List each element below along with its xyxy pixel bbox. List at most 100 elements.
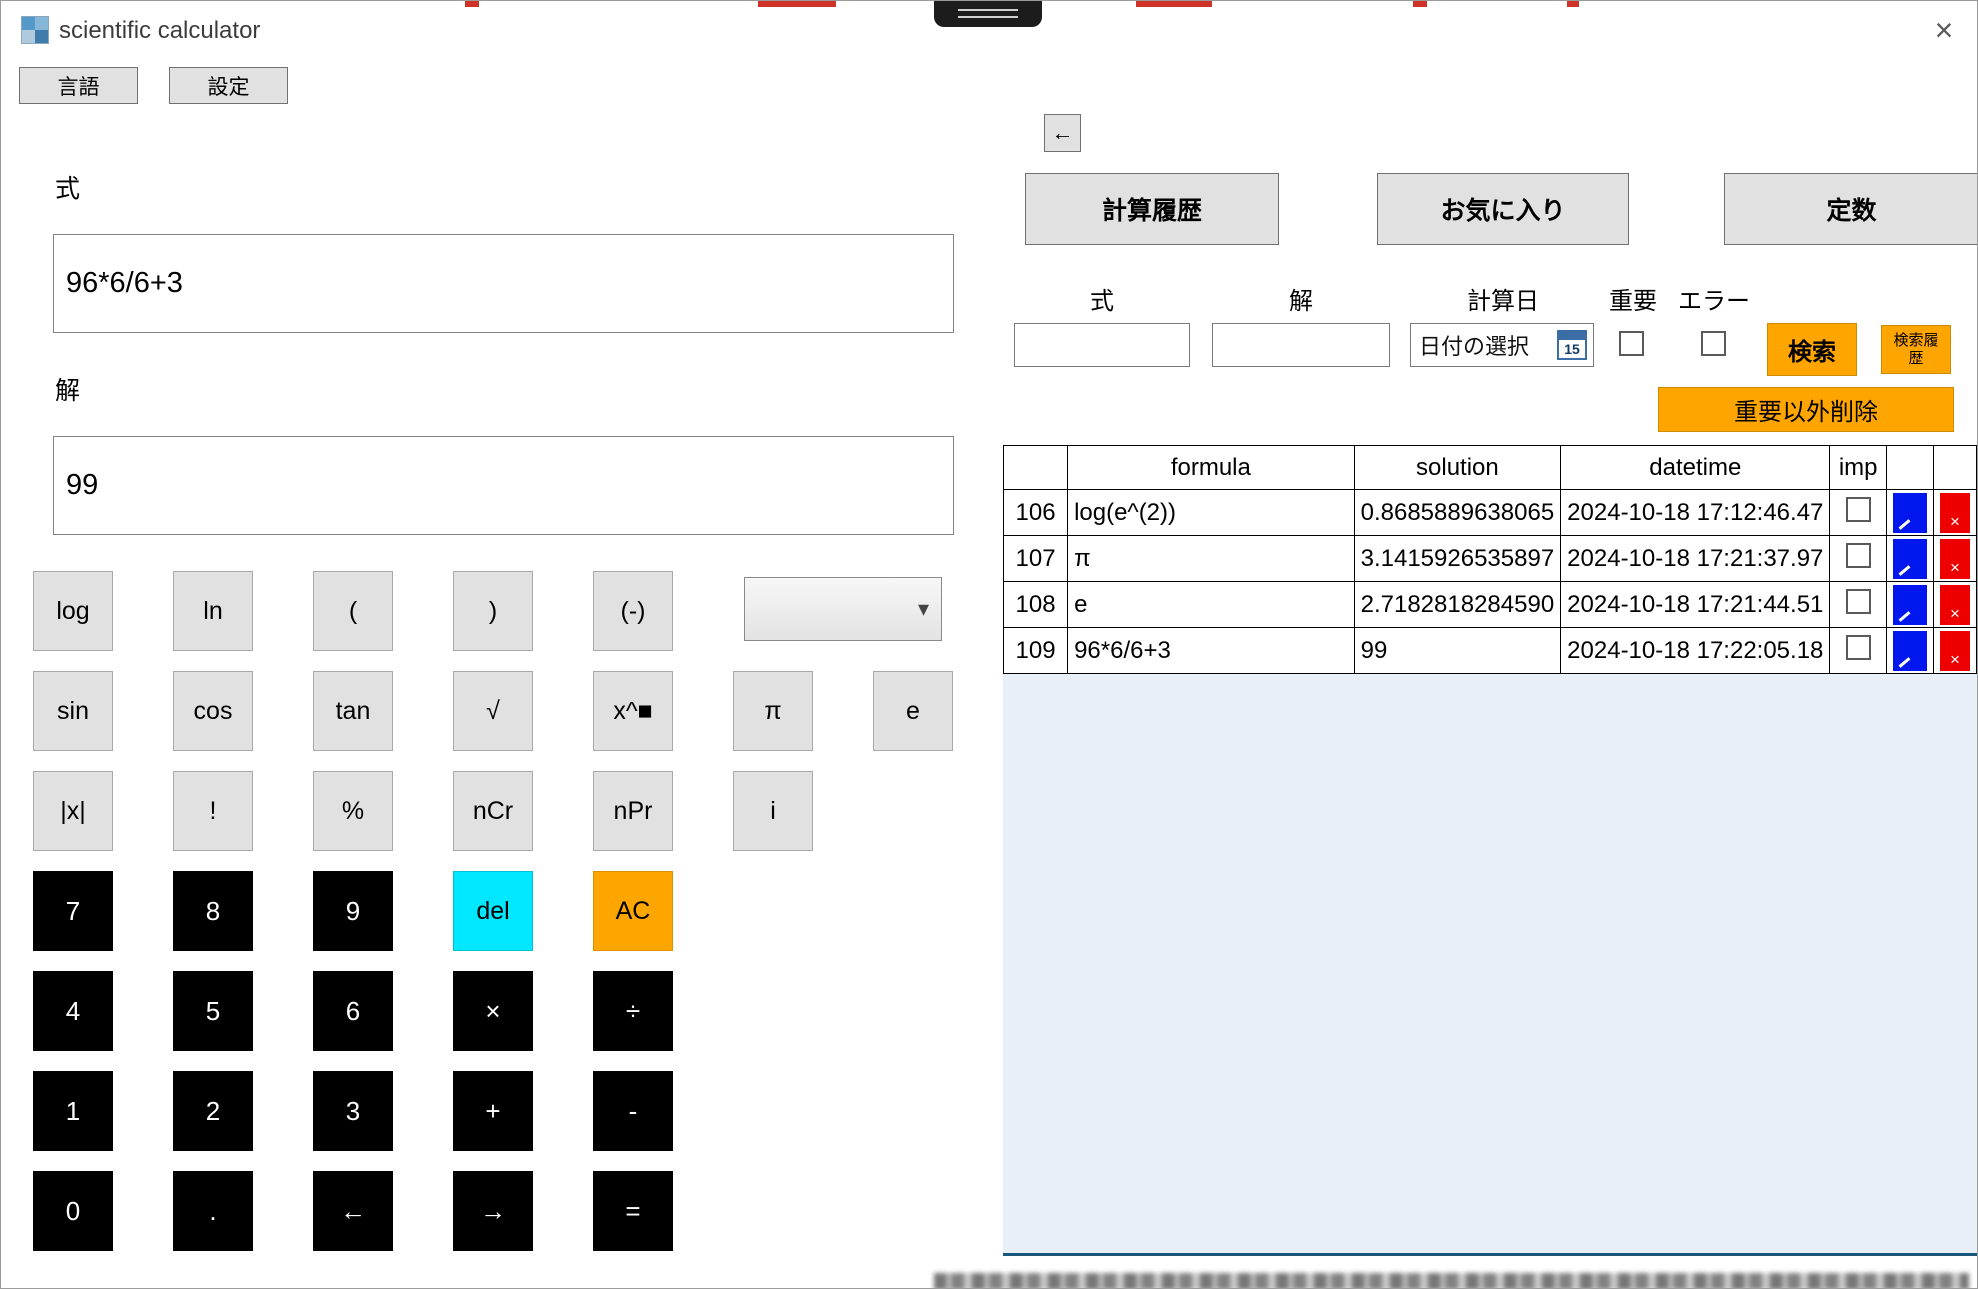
row-id: 108 xyxy=(1004,582,1068,628)
key-power[interactable]: x^■ xyxy=(593,671,673,751)
key-4[interactable]: 4 xyxy=(33,971,113,1051)
header-blank xyxy=(1004,446,1068,490)
row-delete-button[interactable]: × xyxy=(1940,631,1970,671)
window-drag-handle[interactable] xyxy=(934,1,1042,27)
search-important-label: 重要 xyxy=(1609,281,1657,316)
row-important-checkbox[interactable] xyxy=(1846,543,1871,568)
back-button[interactable]: ← xyxy=(1044,114,1081,152)
key-1[interactable]: 1 xyxy=(33,1071,113,1151)
search-formula-input[interactable] xyxy=(1014,323,1190,367)
key-tan[interactable]: tan xyxy=(313,671,393,751)
background-artifact xyxy=(1567,1,1579,7)
key-abs[interactable]: |x| xyxy=(33,771,113,851)
key-del[interactable]: del xyxy=(453,871,533,951)
key-dot[interactable]: . xyxy=(173,1171,253,1251)
calendar-icon[interactable]: 15 xyxy=(1557,330,1587,360)
history-table: formula solution datetime imp 106 log(e^… xyxy=(1003,445,1977,674)
row-solution: 0.8685889638065 xyxy=(1354,490,1561,536)
row-restore-button[interactable] xyxy=(1893,539,1927,579)
key-3[interactable]: 3 xyxy=(313,1071,393,1151)
row-important-checkbox[interactable] xyxy=(1846,635,1871,660)
tab-constants[interactable]: 定数 xyxy=(1724,173,1978,245)
key-open-paren[interactable]: ( xyxy=(313,571,393,651)
delete-unimportant-button[interactable]: 重要以外削除 xyxy=(1658,387,1954,432)
background-artifact xyxy=(465,1,479,7)
app-icon xyxy=(21,16,49,44)
key-0[interactable]: 0 xyxy=(33,1171,113,1251)
formula-input[interactable] xyxy=(53,234,954,333)
solution-input[interactable] xyxy=(53,436,954,535)
row-restore-button[interactable] xyxy=(1893,631,1927,671)
key-ncr[interactable]: nCr xyxy=(453,771,533,851)
key-factorial[interactable]: ! xyxy=(173,771,253,851)
key-npr[interactable]: nPr xyxy=(593,771,673,851)
key-7[interactable]: 7 xyxy=(33,871,113,951)
search-button[interactable]: 検索 xyxy=(1767,323,1857,376)
key-percent[interactable]: % xyxy=(313,771,393,851)
key-pi[interactable]: π xyxy=(733,671,813,751)
row-important-checkbox[interactable] xyxy=(1846,497,1871,522)
tab-calculation-history[interactable]: 計算履歴 xyxy=(1025,173,1279,245)
key-5[interactable]: 5 xyxy=(173,971,253,1051)
background-artifact xyxy=(1413,1,1427,7)
key-2[interactable]: 2 xyxy=(173,1071,253,1151)
error-checkbox[interactable] xyxy=(1701,331,1726,356)
key-equals[interactable]: = xyxy=(593,1171,673,1251)
key-6[interactable]: 6 xyxy=(313,971,393,1051)
settings-button[interactable]: 設定 xyxy=(169,67,288,104)
date-picker-placeholder: 日付の選択 xyxy=(1419,329,1529,361)
row-solution: 99 xyxy=(1354,628,1561,674)
row-important-checkbox[interactable] xyxy=(1846,589,1871,614)
search-solution-input[interactable] xyxy=(1212,323,1390,367)
key-8[interactable]: 8 xyxy=(173,871,253,951)
row-restore-button[interactable] xyxy=(1893,493,1927,533)
row-delete-button[interactable]: × xyxy=(1940,493,1970,533)
key-sqrt[interactable]: √ xyxy=(453,671,533,751)
row-delete-button[interactable]: × xyxy=(1940,585,1970,625)
row-restore-button[interactable] xyxy=(1893,585,1927,625)
header-formula: formula xyxy=(1068,446,1355,490)
key-9[interactable]: 9 xyxy=(313,871,393,951)
key-i[interactable]: i xyxy=(733,771,813,851)
key-cursor-right[interactable]: → xyxy=(453,1171,533,1251)
formula-label: 式 xyxy=(55,169,80,205)
row-datetime: 2024-10-18 17:12:46.47 xyxy=(1561,490,1830,536)
tab-favorites[interactable]: お気に入り xyxy=(1377,173,1629,245)
header-datetime: datetime xyxy=(1561,446,1830,490)
row-id: 106 xyxy=(1004,490,1068,536)
search-date-label: 計算日 xyxy=(1467,281,1539,316)
row-solution: 2.7182818284590 xyxy=(1354,582,1561,628)
key-multiply[interactable]: × xyxy=(453,971,533,1051)
search-formula-label: 式 xyxy=(1090,281,1114,316)
history-panel-divider xyxy=(1003,1253,1978,1256)
row-formula: 96*6/6+3 xyxy=(1068,628,1355,674)
date-picker[interactable]: 日付の選択 15 xyxy=(1410,323,1594,367)
table-row: 107 π 3.1415926535897 2024-10-18 17:21:3… xyxy=(1004,536,1977,582)
key-divide[interactable]: ÷ xyxy=(593,971,673,1051)
key-ln[interactable]: ln xyxy=(173,571,253,651)
window-title: scientific calculator xyxy=(59,17,260,45)
key-e[interactable]: e xyxy=(873,671,953,751)
app-window: scientific calculator × 言語 設定 式 解 log ln… xyxy=(0,0,1978,1289)
header-blank xyxy=(1933,446,1976,490)
key-plus[interactable]: + xyxy=(453,1071,533,1151)
row-formula: e xyxy=(1068,582,1355,628)
key-cos[interactable]: cos xyxy=(173,671,253,751)
table-header-row: formula solution datetime imp xyxy=(1004,446,1977,490)
row-datetime: 2024-10-18 17:22:05.18 xyxy=(1561,628,1830,674)
search-history-button[interactable]: 検索履歴 xyxy=(1881,325,1951,374)
key-ac[interactable]: AC xyxy=(593,871,673,951)
key-sin[interactable]: sin xyxy=(33,671,113,751)
function-dropdown[interactable]: ▾ xyxy=(744,577,942,641)
key-close-paren[interactable]: ) xyxy=(453,571,533,651)
key-log[interactable]: log xyxy=(33,571,113,651)
close-icon[interactable]: × xyxy=(1921,9,1967,51)
key-minus[interactable]: - xyxy=(593,1071,673,1151)
row-delete-button[interactable]: × xyxy=(1940,539,1970,579)
key-negate[interactable]: (-) xyxy=(593,571,673,651)
header-blank xyxy=(1886,446,1933,490)
row-datetime: 2024-10-18 17:21:37.97 xyxy=(1561,536,1830,582)
key-cursor-left[interactable]: ← xyxy=(313,1171,393,1251)
language-button[interactable]: 言語 xyxy=(19,67,138,104)
important-checkbox[interactable] xyxy=(1619,331,1644,356)
